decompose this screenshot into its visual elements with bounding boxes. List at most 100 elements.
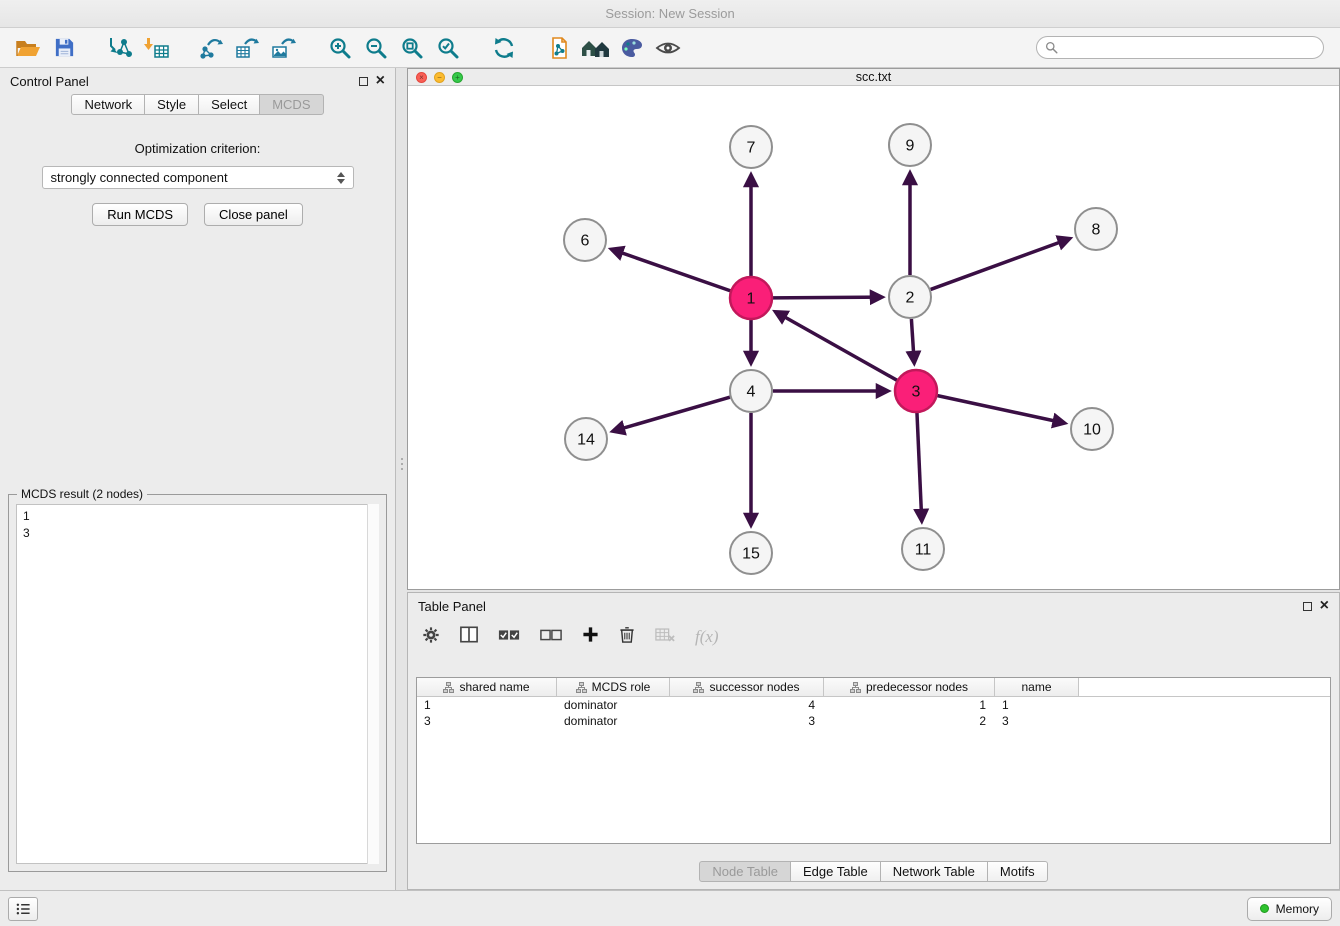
close-panel-button[interactable]: Close panel: [204, 203, 303, 226]
paint-palette-icon: [620, 36, 644, 60]
run-mcds-button[interactable]: Run MCDS: [92, 203, 188, 226]
mcds-result-scrollbar[interactable]: [367, 504, 379, 864]
edge-3-10[interactable]: [938, 396, 1064, 423]
close-panel-icon[interactable]: ×: [376, 75, 385, 87]
split-column-icon: [460, 626, 478, 643]
unselect-all-columns-button[interactable]: [540, 628, 562, 647]
cell-shared-name[interactable]: 1: [417, 697, 557, 713]
cell-name[interactable]: 1: [995, 697, 1079, 713]
export-image-button[interactable]: [266, 32, 302, 64]
column-header-filler: [1079, 678, 1330, 696]
minimize-window-icon[interactable]: −: [434, 72, 445, 83]
delete-table-button[interactable]: [655, 627, 675, 647]
zoom-selected-button[interactable]: [430, 32, 466, 64]
criterion-select[interactable]: strongly connected component: [42, 166, 354, 189]
show-column-button[interactable]: [460, 626, 478, 648]
tab-select[interactable]: Select: [198, 94, 260, 115]
tab-edge-table[interactable]: Edge Table: [790, 861, 881, 882]
zoom-out-button[interactable]: [358, 32, 394, 64]
table-settings-button[interactable]: [422, 626, 440, 649]
node-8[interactable]: 8: [1075, 208, 1117, 250]
cell-predecessor-nodes[interactable]: 2: [824, 713, 995, 729]
node-2[interactable]: 2: [889, 276, 931, 318]
delete-column-button[interactable]: [619, 625, 635, 649]
float-panel-icon[interactable]: [359, 77, 368, 86]
edge-4-14[interactable]: [614, 397, 730, 431]
network-window-titlebar[interactable]: × − + scc.txt: [408, 69, 1339, 86]
node-10[interactable]: 10: [1071, 408, 1113, 450]
apply-layout-button[interactable]: [486, 32, 522, 64]
memory-button[interactable]: Memory: [1247, 897, 1332, 921]
cell-name[interactable]: 3: [995, 713, 1079, 729]
network-window-title: scc.txt: [856, 70, 891, 84]
import-network-button[interactable]: [102, 32, 138, 64]
cell-predecessor-nodes[interactable]: 1: [824, 697, 995, 713]
table-row[interactable]: 1dominator411: [417, 697, 1330, 713]
save-session-button[interactable]: [46, 32, 82, 64]
node-9[interactable]: 9: [889, 124, 931, 166]
column-header-shared-name[interactable]: shared name: [417, 678, 557, 696]
zoom-fit-button[interactable]: [394, 32, 430, 64]
search-box[interactable]: [1036, 36, 1324, 59]
window-titlebar[interactable]: Session: New Session: [0, 0, 1340, 28]
search-input[interactable]: [1064, 39, 1315, 56]
mcds-result-text[interactable]: 1 3: [16, 504, 379, 864]
annotations-button[interactable]: [614, 32, 650, 64]
edge-2-8[interactable]: [931, 239, 1069, 289]
zoom-out-icon: [364, 36, 388, 60]
select-all-columns-button[interactable]: [498, 628, 520, 647]
tab-mcds[interactable]: MCDS: [259, 94, 323, 115]
node-label: 4: [747, 384, 756, 401]
export-table-button[interactable]: [230, 32, 266, 64]
fit-content-button[interactable]: [578, 32, 614, 64]
column-header-mcds-role[interactable]: MCDS role: [557, 678, 670, 696]
refresh-icon: [492, 36, 516, 60]
cell-successor-nodes[interactable]: 4: [670, 697, 824, 713]
panel-splitter[interactable]: [398, 458, 406, 470]
column-type-icon: [576, 682, 587, 693]
cell-MCDS-role[interactable]: dominator: [557, 713, 670, 729]
node-14[interactable]: 14: [565, 418, 607, 460]
edge-3-11[interactable]: [917, 413, 922, 520]
tab-style[interactable]: Style: [144, 94, 199, 115]
float-table-panel-icon[interactable]: [1303, 602, 1312, 611]
node-3[interactable]: 3: [895, 370, 937, 412]
column-header-successor-nodes[interactable]: successor nodes: [670, 678, 824, 696]
import-table-button[interactable]: [138, 32, 174, 64]
maximize-window-icon[interactable]: +: [452, 72, 463, 83]
tab-motifs[interactable]: Motifs: [987, 861, 1048, 882]
cell-successor-nodes[interactable]: 3: [670, 713, 824, 729]
open-session-button[interactable]: [10, 32, 46, 64]
show-details-button[interactable]: [650, 32, 686, 64]
export-network-button[interactable]: [194, 32, 230, 64]
edge-2-3[interactable]: [911, 319, 914, 362]
edge-1-6[interactable]: [612, 250, 730, 291]
node-11[interactable]: 11: [902, 528, 944, 570]
edge-1-2[interactable]: [773, 297, 881, 298]
network-graph-svg[interactable]: 7 9 6 8 1 2 4 3 14 10 15 11: [408, 86, 1339, 589]
cell-shared-name[interactable]: 3: [417, 713, 557, 729]
node-4[interactable]: 4: [730, 370, 772, 412]
table-row[interactable]: 3dominator323: [417, 713, 1330, 729]
close-window-icon[interactable]: ×: [416, 72, 427, 83]
edge-3-1[interactable]: [776, 312, 897, 380]
column-header-predecessor-nodes[interactable]: predecessor nodes: [824, 678, 995, 696]
tab-node-table[interactable]: Node Table: [699, 861, 791, 882]
node-1[interactable]: 1: [730, 277, 772, 319]
plus-icon: [582, 626, 599, 643]
tab-network[interactable]: Network: [71, 94, 145, 115]
close-table-panel-icon[interactable]: ×: [1320, 600, 1329, 612]
mcds-result-title: MCDS result (2 nodes): [17, 487, 147, 501]
cell-MCDS-role[interactable]: dominator: [557, 697, 670, 713]
create-column-button[interactable]: [582, 626, 599, 648]
node-15[interactable]: 15: [730, 532, 772, 574]
column-header-name[interactable]: name: [995, 678, 1079, 696]
node-7[interactable]: 7: [730, 126, 772, 168]
network-canvas[interactable]: 7 9 6 8 1 2 4 3 14 10 15 11: [408, 86, 1339, 589]
function-builder-button[interactable]: f(x): [695, 627, 719, 647]
task-history-button[interactable]: [8, 897, 38, 921]
tab-network-table[interactable]: Network Table: [880, 861, 988, 882]
first-neighbors-button[interactable]: [542, 32, 578, 64]
node-6[interactable]: 6: [564, 219, 606, 261]
zoom-in-button[interactable]: [322, 32, 358, 64]
